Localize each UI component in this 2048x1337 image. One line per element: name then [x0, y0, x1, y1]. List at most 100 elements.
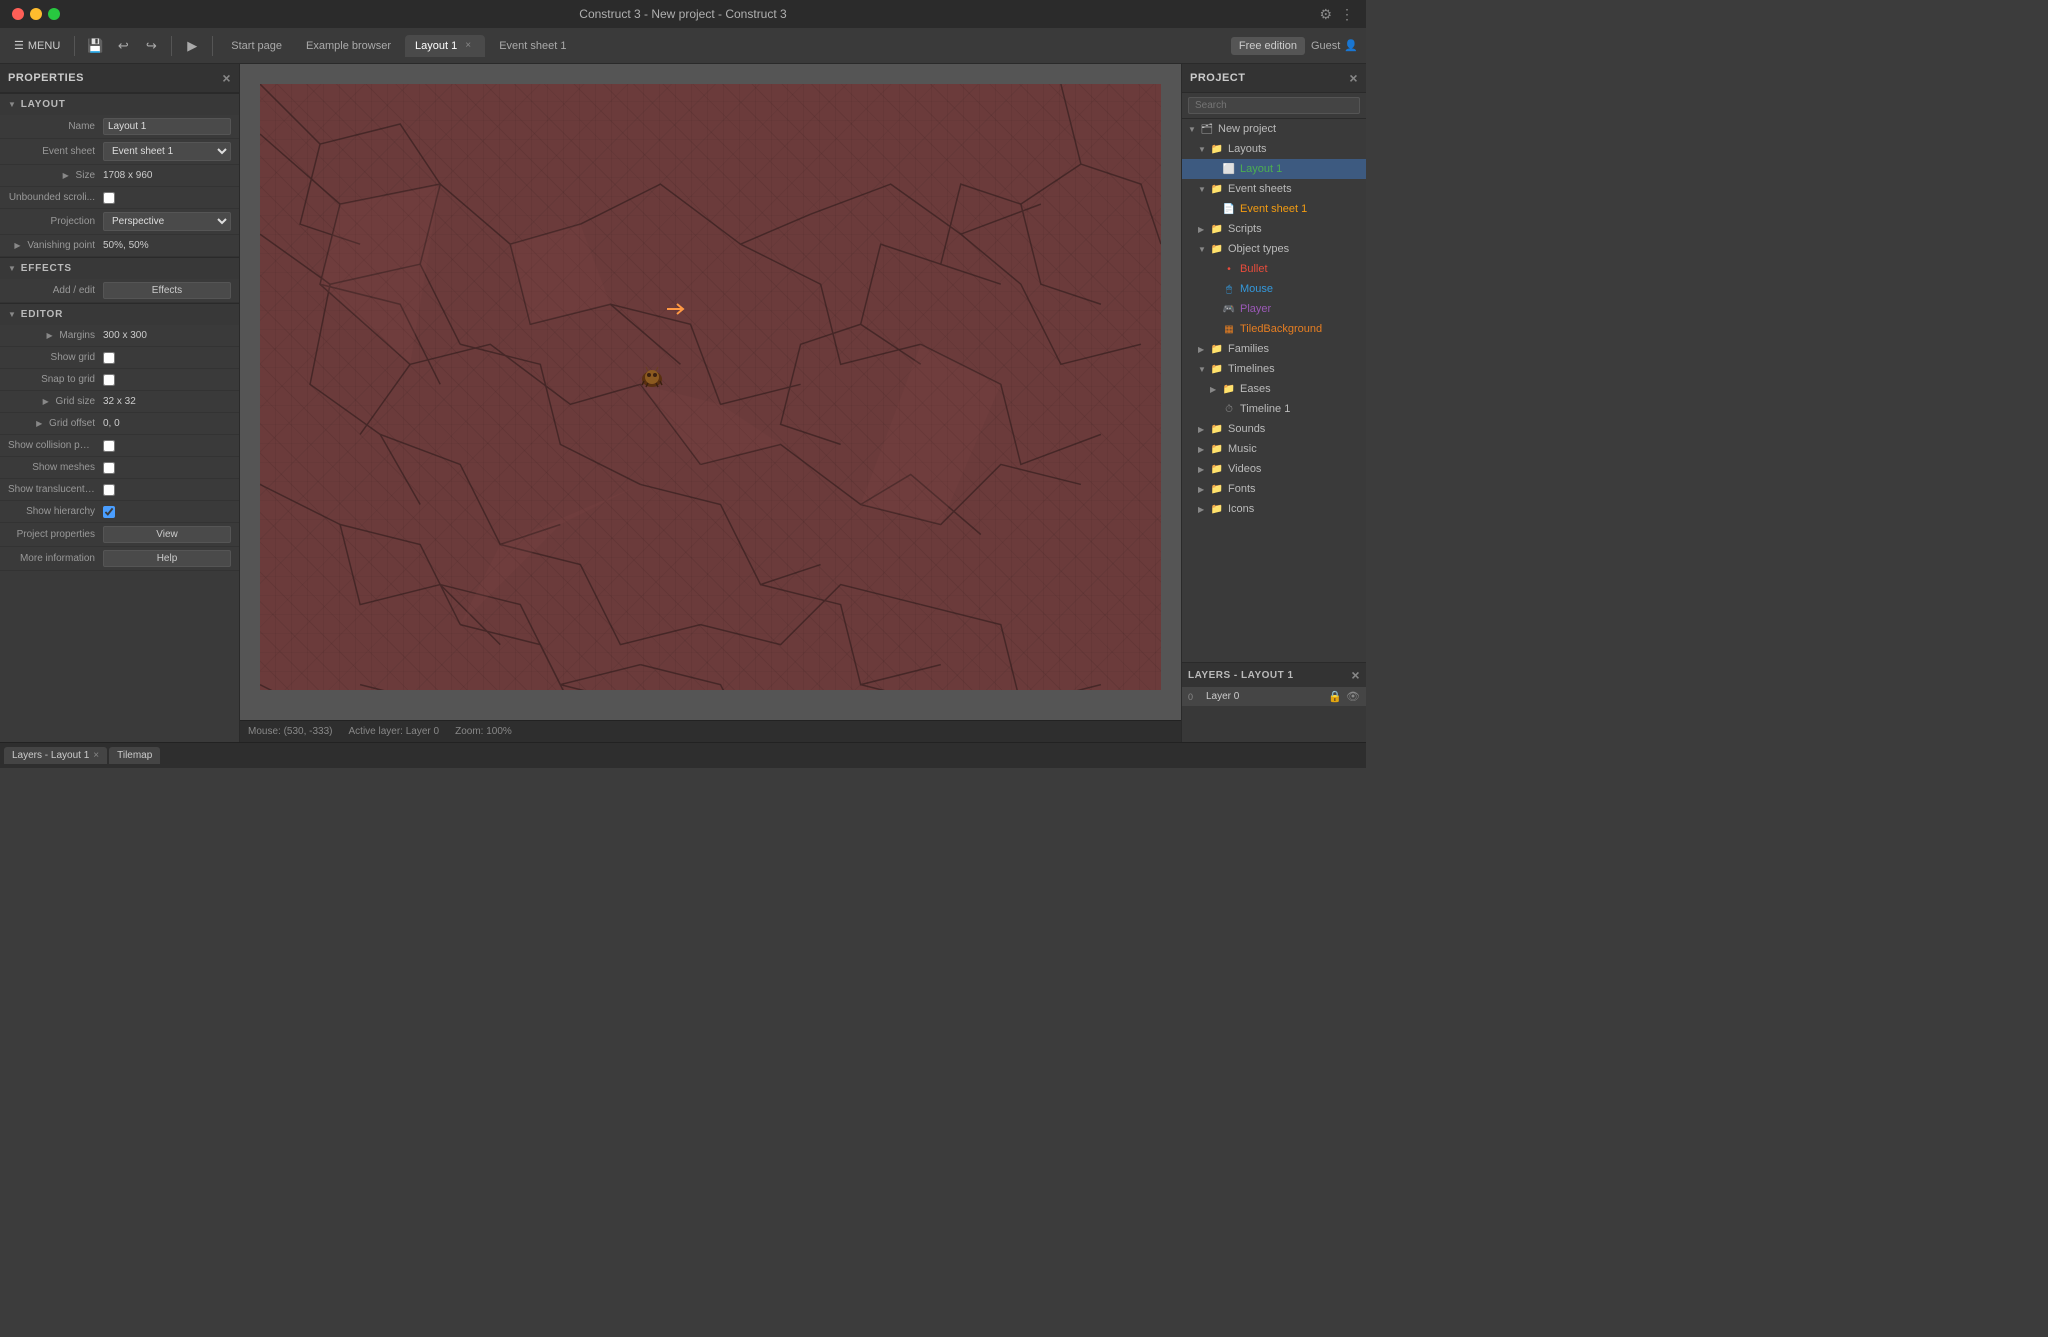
tree-item-tiled-background[interactable]: ▦ TiledBackground	[1182, 319, 1366, 339]
tree-item-layout-1[interactable]: ⬜ Layout 1	[1182, 159, 1366, 179]
tab-event-sheet-1[interactable]: Event sheet 1	[489, 36, 576, 56]
layer-visible-icon[interactable]: 👁	[1346, 690, 1360, 703]
prop-project-properties-button[interactable]: View	[103, 526, 231, 543]
tree-label-icons: Icons	[1228, 503, 1254, 515]
tree-item-object-types[interactable]: ▼ 📁 Object types	[1182, 239, 1366, 259]
toolbar-right: Free edition Guest 👤	[1231, 37, 1358, 55]
prop-show-grid-label: Show grid	[8, 352, 103, 363]
prop-project-properties-label: Project properties	[8, 529, 103, 540]
canvas-content[interactable]	[240, 64, 1181, 720]
bottom-tab-tilemap[interactable]: Tilemap	[109, 747, 160, 764]
save-icon: 💾	[87, 38, 103, 54]
prop-show-collision-checkbox[interactable]	[103, 440, 115, 452]
prop-show-grid-checkbox[interactable]	[103, 352, 115, 364]
effects-section-header[interactable]: ▼ EFFECTS	[0, 257, 239, 279]
menu-button[interactable]: ☰ MENU	[8, 35, 66, 56]
tree-item-families[interactable]: ▶ 📁 Families	[1182, 339, 1366, 359]
tab-start-page[interactable]: Start page	[221, 36, 292, 56]
tab-example-browser[interactable]: Example browser	[296, 36, 401, 56]
tree-item-player[interactable]: 🎮 Player	[1182, 299, 1366, 319]
prop-snap-to-grid-checkbox[interactable]	[103, 374, 115, 386]
layer-0-row[interactable]: 0 Layer 0 🔒 👁	[1182, 687, 1366, 706]
more-icon[interactable]: ⋮	[1340, 6, 1354, 23]
toolbar-separator-3	[212, 36, 213, 56]
project-close-button[interactable]: ×	[1349, 70, 1358, 86]
layout-section-header[interactable]: ▼ LAYOUT	[0, 93, 239, 115]
tree-item-videos[interactable]: ▶ 📁 Videos	[1182, 459, 1366, 479]
mouse-icon: 🖱	[1222, 282, 1236, 296]
tree-label-scripts: Scripts	[1228, 223, 1262, 235]
properties-close-button[interactable]: ×	[222, 70, 231, 86]
tab-layout-1-close[interactable]: ×	[461, 39, 475, 53]
tree-arrow-eases: ▶	[1210, 385, 1220, 394]
prop-vanishing-point-label: ▶ Vanishing point	[8, 240, 103, 251]
tree-arrow-sounds: ▶	[1198, 425, 1208, 434]
tree-item-timeline-1[interactable]: ⏱ Timeline 1	[1182, 399, 1366, 419]
prop-name-input[interactable]	[103, 118, 231, 135]
tree-item-scripts[interactable]: ▶ 📁 Scripts	[1182, 219, 1366, 239]
guest-button[interactable]: Guest 👤	[1311, 39, 1358, 52]
status-bar: Mouse: (530, -333) Active layer: Layer 0…	[240, 720, 1181, 742]
layer-lock-icon[interactable]: 🔒	[1328, 690, 1342, 703]
prop-effects: Add / edit Effects	[0, 279, 239, 303]
editor-section-header[interactable]: ▼ EDITOR	[0, 303, 239, 325]
prop-margins: ▶ Margins 300 x 300	[0, 325, 239, 347]
layers-close-button[interactable]: ×	[1351, 667, 1360, 683]
tree-item-layouts[interactable]: ▼ 📁 Layouts	[1182, 139, 1366, 159]
tab-start-page-label: Start page	[231, 40, 282, 52]
tree-item-eases[interactable]: ▶ 📁 Eases	[1182, 379, 1366, 399]
layers-panel-header: LAYERS - LAYOUT 1 ×	[1182, 663, 1366, 687]
tree-item-event-sheet-1[interactable]: 📄 Event sheet 1	[1182, 199, 1366, 219]
tree-item-bullet[interactable]: • Bullet	[1182, 259, 1366, 279]
tree-item-fonts[interactable]: ▶ 📁 Fonts	[1182, 479, 1366, 499]
prop-show-meshes-checkbox[interactable]	[103, 462, 115, 474]
tree-item-icons[interactable]: ▶ 📁 Icons	[1182, 499, 1366, 519]
tree-label-event-sheet-1: Event sheet 1	[1240, 203, 1307, 215]
tree-item-new-project[interactable]: ▼ 🗂 New project	[1182, 119, 1366, 139]
maximize-button[interactable]	[48, 8, 60, 20]
folder-icon-music: 📁	[1210, 442, 1224, 456]
prop-name-label: Name	[8, 121, 103, 132]
layout-canvas[interactable]	[260, 84, 1161, 690]
tree-item-event-sheets[interactable]: ▼ 📁 Event sheets	[1182, 179, 1366, 199]
prop-effects-add-label: Add / edit	[8, 285, 103, 296]
prop-unbounded-scroll-label: Unbounded scroli...	[8, 192, 103, 203]
tree-item-music[interactable]: ▶ 📁 Music	[1182, 439, 1366, 459]
save-button[interactable]: 💾	[83, 34, 107, 58]
close-button[interactable]	[12, 8, 24, 20]
prop-show-translucent: Show translucent i...	[0, 479, 239, 501]
prop-event-sheet-select[interactable]: Event sheet 1	[103, 142, 231, 161]
redo-button[interactable]: ↪	[139, 34, 163, 58]
free-edition-button[interactable]: Free edition	[1231, 37, 1305, 55]
tree-arrow-fonts: ▶	[1198, 485, 1208, 494]
player-icon: 🎮	[1222, 302, 1236, 316]
prop-unbounded-scroll-checkbox[interactable]	[103, 192, 115, 204]
prop-show-translucent-checkbox[interactable]	[103, 484, 115, 496]
tree-item-mouse[interactable]: 🖱 Mouse	[1182, 279, 1366, 299]
menu-icon: ☰	[14, 39, 24, 52]
project-panel-top: PROJECT × ▼ 🗂 New project ▼ 📁 Layouts ⬜ …	[1182, 64, 1366, 662]
minimize-button[interactable]	[30, 8, 42, 20]
prop-show-hierarchy-checkbox[interactable]	[103, 506, 115, 518]
project-search-input[interactable]	[1188, 97, 1360, 114]
tree-item-timelines[interactable]: ▼ 📁 Timelines	[1182, 359, 1366, 379]
prop-effects-button[interactable]: Effects	[103, 282, 231, 299]
prop-grid-offset-label: ▶ Grid offset	[8, 418, 103, 429]
prop-more-info-button[interactable]: Help	[103, 550, 231, 567]
tree-label-timeline-1: Timeline 1	[1240, 403, 1290, 415]
bottom-tab-layers[interactable]: Layers - Layout 1 ×	[4, 747, 107, 764]
undo-button[interactable]: ↩	[111, 34, 135, 58]
folder-icon-scripts: 📁	[1210, 222, 1224, 236]
project-panel-header: PROJECT ×	[1182, 64, 1366, 93]
folder-icon-sounds: 📁	[1210, 422, 1224, 436]
tree-label-object-types: Object types	[1228, 243, 1289, 255]
tree-label-layouts: Layouts	[1228, 143, 1267, 155]
play-button[interactable]: ▶	[180, 34, 204, 58]
tree-item-sounds[interactable]: ▶ 📁 Sounds	[1182, 419, 1366, 439]
bottom-tab-layers-close[interactable]: ×	[93, 750, 99, 761]
tree-arrow-new-project: ▼	[1188, 125, 1198, 134]
prop-projection-select[interactable]: Perspective	[103, 212, 231, 231]
tab-layout-1[interactable]: Layout 1 ×	[405, 35, 485, 57]
prop-snap-to-grid-label: Snap to grid	[8, 374, 103, 385]
settings-icon[interactable]: ⚙	[1319, 6, 1332, 23]
